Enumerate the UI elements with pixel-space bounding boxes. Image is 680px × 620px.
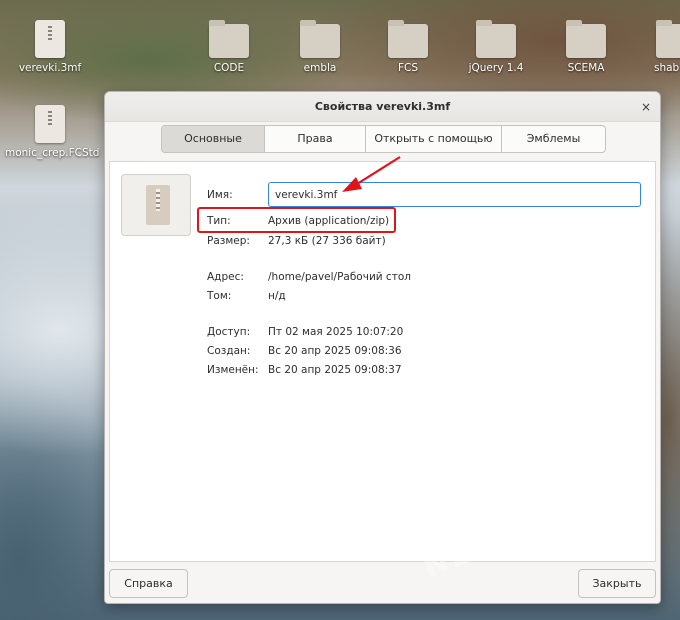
folder-icon [476, 20, 516, 58]
dialog-title: Свойства verevki.3mf [314, 100, 451, 113]
created-label: Создан: [207, 345, 251, 357]
desktop-icon-embla[interactable]: embla [275, 20, 365, 74]
annotation-arrow-icon [342, 156, 401, 192]
modified-label: Изменён: [207, 364, 259, 376]
volume-label: Том: [207, 290, 232, 302]
desktop-icon-label: embla [303, 62, 337, 74]
desktop-icon-label: verevki.3mf [18, 62, 82, 74]
close-button[interactable]: Закрыть [578, 569, 656, 598]
desktop-icon-label: jQuery 1.4 [468, 62, 524, 74]
tab-basic[interactable]: Основные [162, 126, 265, 152]
properties-dialog: Свойства verevki.3mf × Основные Права От… [104, 91, 661, 604]
tab-permissions[interactable]: Права [265, 126, 366, 152]
desktop-icon-verevki[interactable]: verevki.3mf [5, 20, 95, 74]
folder-icon [300, 20, 340, 58]
access-value: Пт 02 мая 2025 10:07:20 [268, 326, 404, 338]
desktop-icon-label: monic_crep.FCStd [5, 147, 100, 159]
freecad-file-icon [35, 105, 65, 143]
tab-bar: Основные Права Открыть с помощью Эмблемы [161, 125, 606, 153]
desktop-icon-jquery[interactable]: jQuery 1.4 [451, 20, 541, 74]
desktop-icon-label: FCS [397, 62, 419, 74]
desktop-icon-code[interactable]: CODE [184, 20, 274, 74]
desktop-icon-shab[interactable]: shab [630, 20, 680, 74]
dialog-titlebar[interactable]: Свойства verevki.3mf × [105, 92, 660, 122]
access-label: Доступ: [207, 326, 251, 338]
folder-icon [656, 20, 680, 58]
desktop-icon-label: SCEMA [567, 62, 605, 74]
tab-open-with[interactable]: Открыть с помощью [366, 126, 502, 152]
desktop-icon-label: CODE [213, 62, 245, 74]
modified-value: Вс 20 апр 2025 09:08:37 [268, 364, 402, 376]
desktop-icon-scema[interactable]: SCEMA [541, 20, 631, 74]
help-button[interactable]: Справка [109, 569, 188, 598]
tab-emblems[interactable]: Эмблемы [502, 126, 605, 152]
desktop-icon-fcs[interactable]: FCS [363, 20, 453, 74]
desktop-icon-monic-crep[interactable]: monic_crep.FCStd [5, 105, 99, 159]
folder-icon [388, 20, 428, 58]
desktop-icon-label: shab [654, 62, 680, 74]
folder-icon [209, 20, 249, 58]
volume-value: н/д [268, 290, 286, 302]
zip-file-icon [35, 20, 65, 58]
folder-icon [566, 20, 606, 58]
close-icon[interactable]: × [638, 99, 654, 115]
created-value: Вс 20 апр 2025 09:08:36 [268, 345, 402, 357]
